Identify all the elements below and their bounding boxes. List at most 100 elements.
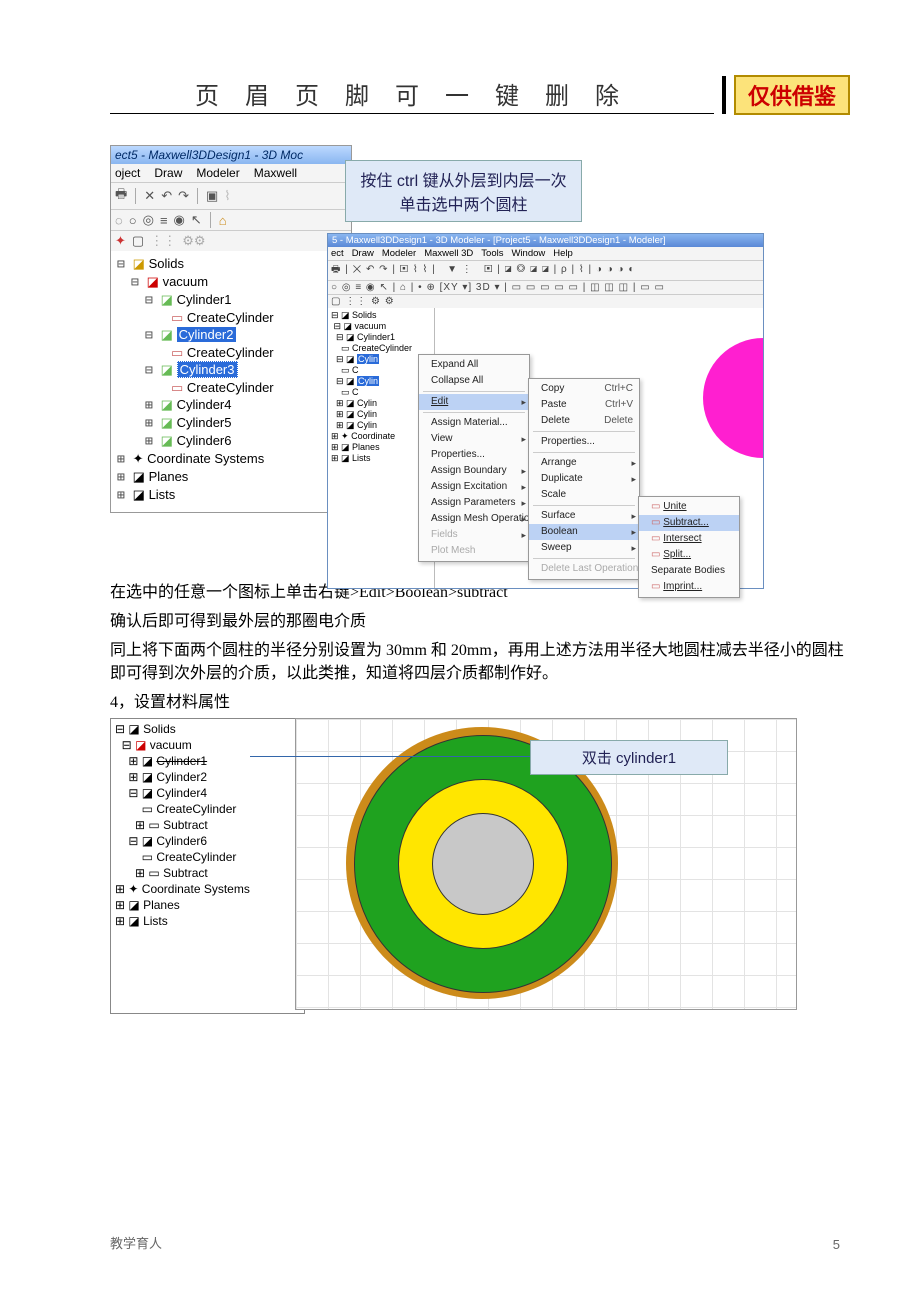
menu-item[interactable]: Scale (529, 487, 639, 503)
context-menu-1[interactable]: Expand All Collapse All Edit Assign Mate… (418, 354, 530, 562)
tree-node[interactable]: Planes (143, 898, 180, 912)
tree-node[interactable]: Lists (149, 487, 176, 502)
cursor-icon[interactable]: ↖ (191, 212, 202, 228)
menu-item[interactable]: Maxwell (254, 166, 297, 180)
menu-item[interactable]: Window (511, 248, 545, 259)
tree-node[interactable]: Coordinate (351, 431, 395, 441)
tree-op[interactable]: Subtract (163, 866, 208, 880)
menu-item[interactable]: Modeler (382, 248, 416, 259)
menu-item[interactable]: Duplicate (529, 471, 639, 487)
menu-item[interactable]: oject (115, 166, 140, 180)
menu-item[interactable]: Draw (352, 248, 374, 259)
tree-node[interactable]: Cylin (357, 420, 377, 430)
circle-icon[interactable]: ○ (129, 213, 137, 228)
tree-node[interactable]: Solids (352, 310, 377, 320)
view-dropdown[interactable]: 3D (476, 282, 491, 293)
image-icon[interactable]: ▣ (206, 188, 218, 204)
tree-node[interactable]: Solids (143, 722, 176, 736)
model-tree-materials[interactable]: ⊟ ◪ Solids ⊟ ◪ vacuum ⊞ ◪ Cylinder1 ⊞ ◪ … (110, 718, 305, 1014)
menu-item[interactable]: Tools (481, 248, 503, 259)
menu-item[interactable]: Collapse All (419, 373, 529, 389)
menu-item[interactable]: Assign Excitation (419, 479, 529, 495)
shape-icon[interactable]: ◌ (115, 213, 123, 228)
menu-item[interactable]: ect (331, 248, 344, 259)
tree-node[interactable]: Cylinder1 (156, 754, 207, 768)
menu-item[interactable]: Help (553, 248, 573, 259)
tree-op[interactable]: CreateCylinder (187, 310, 274, 325)
spiral-icon[interactable]: ◉ (174, 212, 185, 228)
menu-item[interactable]: ▭ Intersect (639, 531, 739, 547)
tree-node[interactable]: Coordinate Systems (147, 451, 264, 466)
tree-op[interactable]: CreateCylinder (156, 802, 236, 816)
tree-node[interactable]: Cylinder6 (177, 433, 232, 448)
target-icon[interactable]: ◎ (143, 212, 154, 228)
menu-item[interactable]: Separate Bodies (639, 563, 739, 579)
app-right-toolbar-2[interactable]: ○ ◎ ≡ ◉ ↖ | ⌂ | • ⊕ [XY ▾] 3D ▾ | ▭ ▭ ▭ … (328, 280, 763, 294)
app-right-menubar[interactable]: ect Draw Modeler Maxwell 3D Tools Window… (328, 247, 763, 260)
menu-item[interactable]: Assign Boundary (419, 463, 529, 479)
tree-node[interactable]: Cylinder2 (156, 770, 207, 784)
menu-item[interactable]: Maxwell 3D (424, 248, 473, 259)
tree-node[interactable]: Cylinder1 (357, 332, 395, 342)
menu-item[interactable]: Properties... (419, 447, 529, 463)
gears-icon[interactable]: ⚙⚙ (182, 233, 205, 249)
tool-icon[interactable]: ⌂ (219, 213, 227, 228)
tree-node[interactable]: vacuum (150, 738, 192, 752)
lines-icon[interactable]: ≡ (160, 213, 168, 228)
menu-item[interactable]: PasteCtrl+V (529, 397, 639, 413)
menu-item[interactable]: Assign Material... (419, 415, 529, 431)
toolbar-row-3[interactable]: ✦ ▢ ⋮⋮ ⚙⚙ (111, 230, 351, 251)
tree-node[interactable]: Cylin (357, 409, 377, 419)
menu-item[interactable]: Draw (154, 166, 182, 180)
tree-node[interactable]: Planes (149, 469, 189, 484)
tree-node-selected[interactable]: Cylin (357, 376, 379, 386)
tree-node[interactable]: Coordinate Systems (142, 882, 250, 896)
menu-item[interactable]: View (419, 431, 529, 447)
tree-node[interactable]: vacuum (355, 321, 387, 331)
tree-op[interactable]: CreateCylinder (187, 345, 274, 360)
menu-item-subtract[interactable]: ▭ Subtract... (639, 515, 739, 531)
menu-item[interactable]: ▭ Unite (639, 499, 739, 515)
menu-item[interactable]: Modeler (196, 166, 239, 180)
toolbar-row-2[interactable]: ◌ ○ ◎ ≡ ◉ ↖ ⌂ (111, 209, 351, 230)
box-icon[interactable]: ▢ (132, 233, 144, 249)
menu-item[interactable]: Expand All (419, 357, 529, 373)
grid-icon[interactable]: ⋮⋮ (150, 233, 176, 249)
cut-icon[interactable]: ✕ (144, 188, 155, 204)
tree-node[interactable]: Cylinder1 (177, 292, 232, 307)
print-icon[interactable]: 🖶 (115, 185, 127, 207)
app-right-toolbar-1[interactable]: 🖶 | ✕ ↶ ↷ | ▣ ⌇ ⌇ | ▼ ⋮ ▣ | ◪ ◎ ◪ ◪ | ρ … (328, 260, 763, 280)
tree-op[interactable]: Subtract (163, 818, 208, 832)
undo-icon[interactable]: ↶ (161, 188, 172, 204)
tree-op[interactable]: CreateCylinder (352, 343, 412, 353)
tree-op[interactable]: CreateCylinder (187, 380, 274, 395)
menu-item-boolean[interactable]: Boolean (529, 524, 639, 540)
menu-item-edit[interactable]: Edit (419, 394, 529, 410)
menu-item[interactable]: CopyCtrl+C (529, 381, 639, 397)
menu-item[interactable]: DeleteDelete (529, 413, 639, 429)
tree-node[interactable]: vacuum (163, 274, 209, 289)
menu-item[interactable]: Properties... (529, 434, 639, 450)
tree-op[interactable]: CreateCylinder (156, 850, 236, 864)
redo-icon[interactable]: ↷ (178, 188, 189, 204)
context-menu-edit[interactable]: CopyCtrl+C PasteCtrl+V DeleteDelete Prop… (528, 378, 640, 580)
menu-item[interactable]: Arrange (529, 455, 639, 471)
tree-icon[interactable]: ⌇ (224, 188, 230, 204)
app-left-menubar[interactable]: oject Draw Modeler Maxwell (111, 164, 351, 182)
menu-item[interactable]: Assign Parameters (419, 495, 529, 511)
tree-node[interactable]: Planes (352, 442, 380, 452)
tree-node[interactable]: Cylin (357, 398, 377, 408)
tree-node[interactable]: Lists (143, 914, 168, 928)
menu-item[interactable]: ▭ Imprint... (639, 579, 739, 595)
menu-item[interactable]: Assign Mesh Operation (419, 511, 529, 527)
menu-item[interactable]: ▭ Split... (639, 547, 739, 563)
tree-node[interactable]: Solids (149, 256, 184, 271)
context-menu-boolean[interactable]: ▭ Unite ▭ Subtract... ▭ Intersect ▭ Spli… (638, 496, 740, 598)
tree-node[interactable]: Cylinder4 (177, 397, 232, 412)
menu-item[interactable]: Sweep (529, 540, 639, 556)
menu-item[interactable]: Surface (529, 508, 639, 524)
tree-node-selected[interactable]: Cylinder2 (177, 327, 236, 342)
model-tree-left[interactable]: ⊟ ◪ Solids ⊟ ◪ vacuum ⊟ ◪ Cylinder1 ▭ Cr… (111, 251, 351, 512)
tree-node-selected[interactable]: Cylin (357, 354, 379, 364)
axis-icon[interactable]: ✦ (115, 233, 126, 249)
